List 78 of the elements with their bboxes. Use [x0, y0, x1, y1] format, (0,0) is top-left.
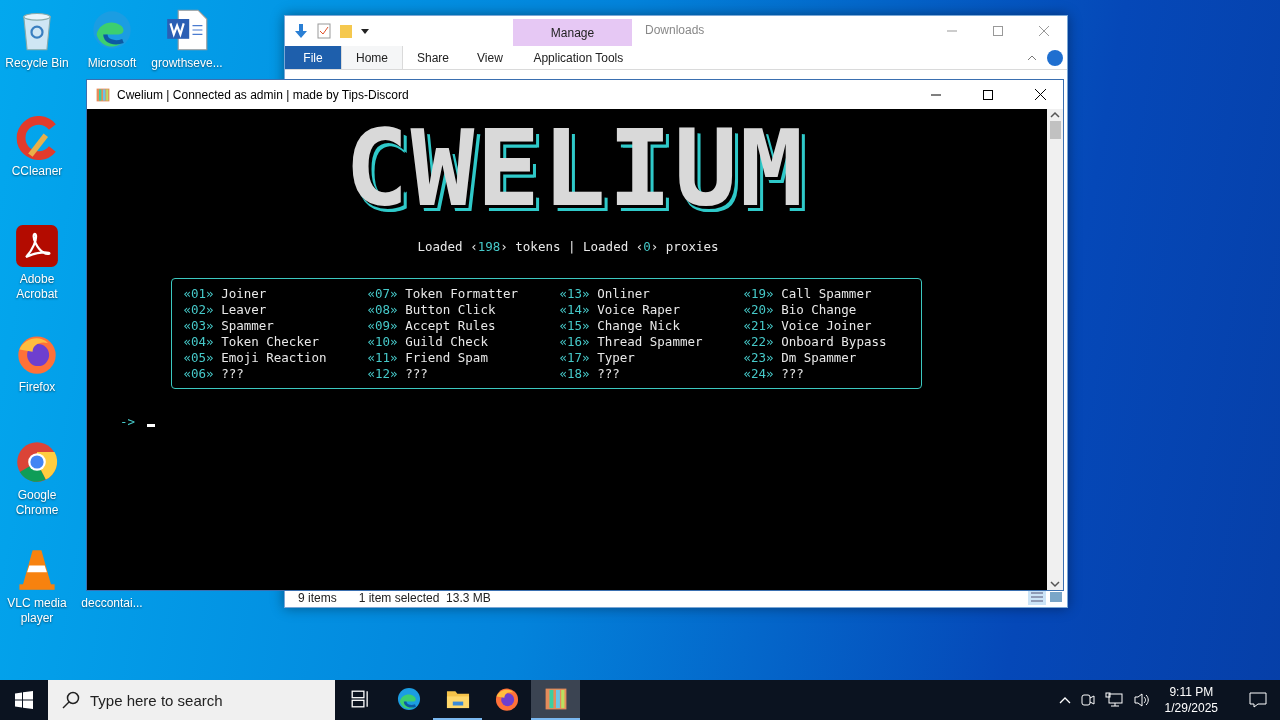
camera-icon[interactable]: [1080, 692, 1095, 708]
menu-option: «14» Voice Raper: [559, 302, 744, 318]
collapse-ribbon-icon[interactable]: [1027, 53, 1037, 62]
context-tab-header: Manage: [513, 19, 632, 46]
tiles-view-icon[interactable]: [1048, 589, 1064, 605]
status-line: Loaded ‹198› tokens | Loaded ‹0› proxies: [417, 239, 719, 254]
menu-option: «17» Typer: [559, 350, 744, 366]
menu-option: «11» Friend Spam: [367, 350, 560, 366]
word-document-icon: [165, 8, 209, 52]
banner-title: CWELIUM: [344, 121, 806, 217]
item-count: 9 items: [298, 592, 337, 605]
folder-icon: [339, 23, 353, 39]
download-arrow-icon: [293, 23, 309, 39]
scrollbar-thumb[interactable]: [1049, 121, 1061, 139]
icon-label: VLC media player: [6, 596, 68, 626]
menu-option: «01» Joiner: [183, 286, 368, 302]
windows-logo-icon: [15, 691, 33, 709]
menu-option: «15» Change Nick: [559, 318, 744, 334]
maximize-icon: [993, 26, 1003, 36]
icon-label: deccontai...: [81, 596, 143, 611]
caret-icon[interactable]: [361, 27, 369, 35]
menu-option: «08» Button Click: [367, 302, 560, 318]
taskbar-app[interactable]: [531, 680, 580, 720]
icon-label: Google Chrome: [14, 488, 60, 518]
window-title: Cwelium | Connected as admin | made by Tips-Discord: [117, 87, 410, 102]
menu-option: «24» ???: [743, 366, 921, 382]
menu-option: «19» Call Spammer: [743, 286, 921, 302]
icon-label: Firefox: [18, 380, 56, 395]
close-icon: [1039, 26, 1049, 36]
text-cursor: [147, 424, 156, 427]
clock[interactable]: 9:11 PM 1/29/2025: [1164, 684, 1218, 716]
chevron-up-icon[interactable]: [1058, 696, 1071, 704]
icon-label: CCleaner: [11, 164, 63, 179]
edge-icon: [395, 686, 422, 712]
time-text: 9:11 PM: [1169, 684, 1214, 700]
menu-option: «13» Onliner: [559, 286, 744, 302]
search-icon: [62, 691, 80, 709]
icon-label: Microsoft: [87, 56, 137, 71]
menu-option: «22» Onboard Bypass: [743, 334, 921, 350]
icon-label: Recycle Bin: [5, 56, 69, 71]
icon-label: Adobe Acrobat: [15, 272, 59, 302]
search-field[interactable]: Type here to search: [48, 680, 335, 720]
selection-info: 1 item selected 13.3 MB: [358, 592, 491, 605]
menu-option: «12» ???: [367, 366, 560, 382]
menu-option: «04» Token Checker: [183, 334, 368, 350]
menu-option: «09» Accept Rules: [367, 318, 560, 334]
app-icon: [95, 86, 111, 103]
icon-label: growthseve...: [151, 56, 223, 71]
window-title: Downloads: [644, 22, 706, 39]
menu-option: «03» Spammer: [183, 318, 368, 334]
menu-option: «21» Voice Joiner: [743, 318, 921, 334]
menu-option: «05» Emoji Reaction: [183, 350, 368, 366]
network-icon[interactable]: [1104, 692, 1123, 708]
menu-option: «20» Bio Change: [743, 302, 921, 318]
prompt: ->: [120, 414, 136, 429]
maximize-icon: [983, 89, 993, 100]
ribbon-tab[interactable]: File: [285, 46, 341, 69]
date-text: 1/29/2025: [1164, 700, 1218, 716]
menu-option: «16» Thread Spammer: [559, 334, 744, 350]
help-icon[interactable]: [1047, 49, 1063, 66]
speech-bubble-icon: [1249, 692, 1267, 708]
menu-option: «18» ???: [559, 366, 744, 382]
chrome-icon: [15, 440, 59, 484]
close-icon: [1034, 89, 1046, 100]
scrollbar[interactable]: [1047, 109, 1063, 590]
menu-option: «06» ???: [183, 366, 368, 382]
menu-option: «10» Guild Check: [367, 334, 560, 350]
edge-icon: [90, 8, 134, 52]
volume-icon[interactable]: [1132, 692, 1151, 708]
ribbon-tab[interactable]: Home: [341, 46, 403, 69]
acrobat-icon: [15, 224, 59, 268]
scroll-down-icon[interactable]: [1050, 578, 1060, 590]
menu-option: «23» Dm Spammer: [743, 350, 921, 366]
properties-icon: [317, 23, 331, 39]
firefox-icon: [493, 686, 520, 712]
ccleaner-icon: [15, 116, 59, 160]
menu-option: «02» Leaver: [183, 302, 368, 318]
menu-option: «07» Token Formatter: [367, 286, 560, 302]
